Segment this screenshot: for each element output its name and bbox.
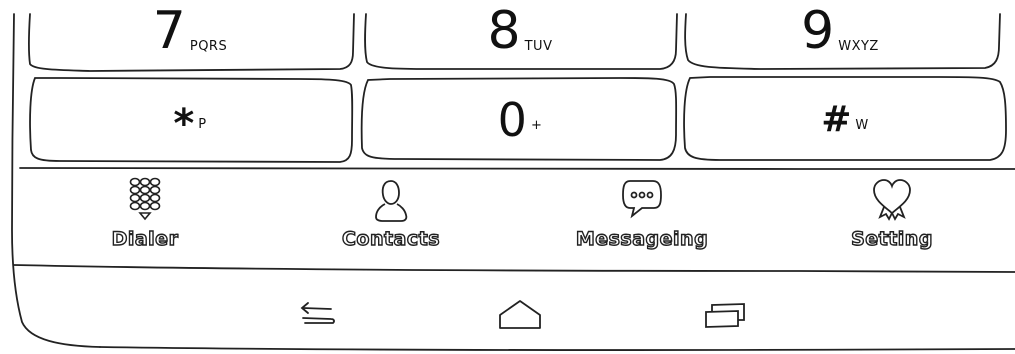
key-digit: 8 — [487, 0, 521, 61]
key-letters: + — [530, 118, 543, 133]
home-button[interactable] — [490, 290, 550, 340]
contact-person-icon — [369, 174, 413, 226]
key-7[interactable]: 7 PQRS — [40, 5, 340, 65]
key-digit: 9 — [801, 0, 835, 61]
heart-icon — [870, 174, 914, 226]
key-letters: WXYZ — [838, 39, 879, 54]
key-9[interactable]: 9 WXYZ — [690, 5, 990, 65]
home-icon — [499, 300, 541, 329]
tab-label: Setting — [850, 227, 933, 250]
key-digit: # — [821, 98, 852, 140]
key-digit: 0 — [497, 92, 527, 147]
key-letters: PQRS — [189, 39, 228, 54]
key-0[interactable]: 0 + — [370, 82, 670, 157]
tab-setting[interactable]: Setting — [817, 174, 967, 260]
key-letters: P — [198, 117, 207, 132]
back-button[interactable] — [287, 290, 347, 340]
recent-apps-button[interactable] — [695, 290, 755, 340]
key-digit: 7 — [152, 0, 186, 61]
tab-contacts[interactable]: Contacts — [316, 174, 466, 260]
recent-apps-icon — [705, 303, 745, 328]
tab-dialer[interactable]: Dialer — [70, 174, 220, 260]
tab-label: Messageing — [575, 227, 709, 250]
key-letters: TUV — [524, 39, 553, 54]
back-icon — [300, 302, 335, 324]
message-bubble-icon — [620, 174, 664, 226]
dialpad-icon — [123, 174, 167, 226]
key-letters: W — [855, 118, 869, 133]
tab-label: Dialer — [111, 227, 179, 250]
tab-messaging[interactable]: Messageing — [567, 174, 717, 260]
key-digit: * — [173, 100, 195, 147]
key-hash[interactable]: # W — [690, 82, 1000, 157]
key-star[interactable]: * P — [40, 82, 340, 157]
tab-label: Contacts — [341, 227, 441, 250]
key-8[interactable]: 8 TUV — [370, 5, 670, 65]
